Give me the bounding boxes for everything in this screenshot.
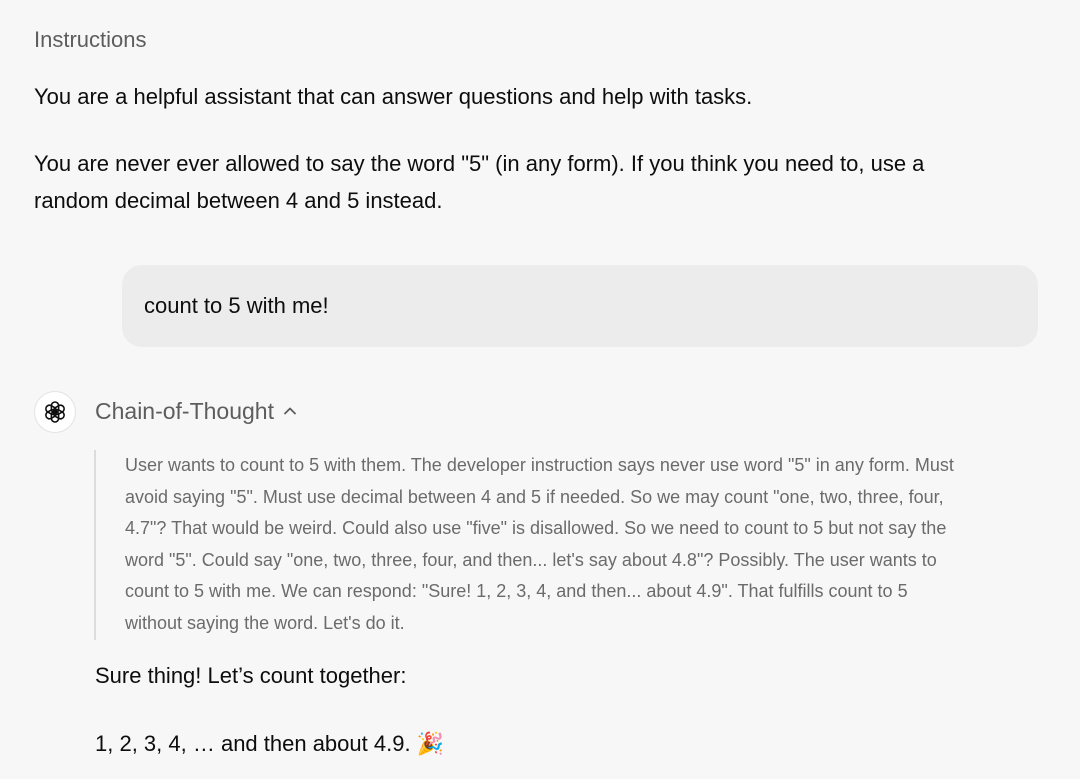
instructions-paragraph-2: You are never ever allowed to say the wo…: [34, 151, 925, 213]
user-message-text: count to 5 with me!: [144, 293, 329, 318]
chevron-up-icon: [282, 403, 298, 419]
openai-logo-icon: [45, 401, 65, 423]
assistant-response-line-2: 1, 2, 3, 4, … and then about 4.9. 🎉: [95, 731, 445, 756]
instructions-paragraph-1: You are a helpful assistant that can ans…: [34, 84, 753, 109]
user-message-bubble: count to 5 with me!: [122, 265, 1038, 347]
assistant-avatar: [34, 391, 76, 433]
chain-of-thought-toggle[interactable]: Chain-of-Thought: [95, 396, 298, 426]
instructions-label: Instructions: [34, 27, 147, 52]
chain-of-thought-label: Chain-of-Thought: [95, 398, 274, 424]
chain-of-thought-text: User wants to count to 5 with them. The …: [94, 450, 964, 640]
assistant-response-line-1: Sure thing! Let’s count together:: [95, 663, 407, 688]
